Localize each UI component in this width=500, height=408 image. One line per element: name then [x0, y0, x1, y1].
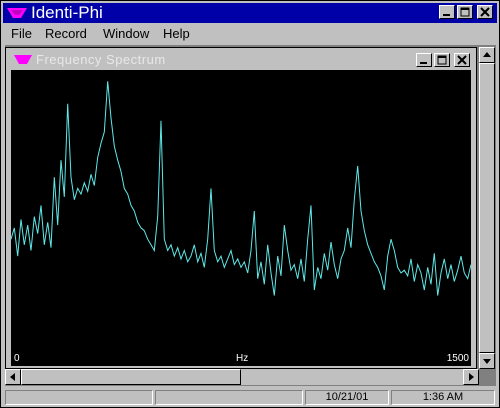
x-axis: 0 Hz 1500: [11, 352, 471, 366]
vertical-scrollbar[interactable]: [479, 47, 495, 369]
minimize-icon: [420, 62, 427, 64]
scroll-left-button[interactable]: [5, 369, 21, 385]
scroll-right-button[interactable]: [463, 369, 479, 385]
child-maximize-button[interactable]: [434, 53, 450, 67]
x-axis-max-label: 1500: [446, 353, 469, 364]
vertical-scroll-thumb[interactable]: [479, 63, 495, 353]
menu-record[interactable]: Record: [45, 26, 87, 41]
menu-help[interactable]: Help: [163, 26, 190, 41]
title-bar[interactable]: Identi-Phi: [3, 3, 497, 23]
spectrum-title: Frequency Spectrum: [36, 52, 166, 67]
spectrum-chart: [10, 81, 472, 296]
arrow-up-icon: [483, 52, 491, 57]
horizontal-scrollbar[interactable]: [5, 369, 479, 385]
minimize-icon: [443, 14, 450, 16]
child-close-button[interactable]: [454, 53, 470, 67]
child-minimize-button[interactable]: [416, 53, 432, 67]
arrow-right-icon: [469, 373, 474, 381]
status-time: 1:36 AM: [391, 390, 495, 405]
spectrum-plot: [10, 70, 472, 352]
close-button[interactable]: [477, 5, 493, 19]
minimize-button[interactable]: [439, 5, 455, 19]
menu-file[interactable]: File: [11, 26, 32, 41]
spectrum-trace: [10, 81, 472, 296]
child-window-icon: [14, 55, 32, 64]
status-bar: 10/21/01 1:36 AM: [3, 388, 497, 406]
scroll-down-button[interactable]: [479, 353, 495, 369]
x-axis-min-label: 0: [14, 353, 20, 364]
status-date: 10/21/01: [305, 390, 389, 405]
menu-window[interactable]: Window: [103, 26, 149, 41]
maximize-icon: [460, 7, 470, 17]
arrow-left-icon: [10, 373, 15, 381]
app-title: Identi-Phi: [31, 3, 103, 22]
status-cell-1: [5, 390, 153, 405]
close-icon: [480, 7, 490, 17]
scroll-up-button[interactable]: [479, 47, 495, 63]
app-window: Identi-Phi File Record Window Help Frequ…: [0, 0, 500, 408]
menu-bar: File Record Window Help: [3, 24, 497, 44]
status-cell-2: [155, 390, 303, 405]
x-axis-unit-label: Hz: [236, 353, 249, 364]
horizontal-scroll-thumb[interactable]: [21, 369, 241, 385]
maximize-icon: [437, 55, 447, 65]
spectrum-title-bar[interactable]: Frequency Spectrum: [8, 50, 474, 70]
maximize-button[interactable]: [457, 5, 473, 19]
spectrum-window: Frequency Spectrum 0 Hz 1500: [5, 47, 477, 369]
close-icon: [457, 55, 467, 65]
app-logo-icon: [7, 8, 27, 18]
arrow-down-icon: [483, 359, 491, 364]
